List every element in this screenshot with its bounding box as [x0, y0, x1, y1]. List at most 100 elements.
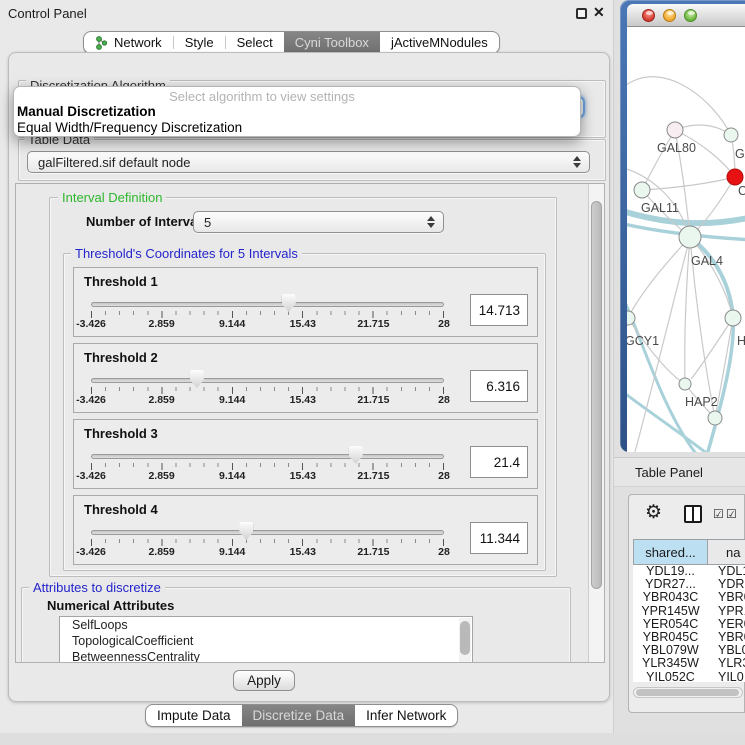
threshold-1-slider[interactable]	[91, 302, 444, 307]
chevron-up-down-icon	[573, 156, 581, 168]
list-item[interactable]: TopologicalCoefficient	[60, 633, 472, 649]
network-window-titlebar[interactable]	[627, 4, 745, 27]
checkbox-icon[interactable]: ☑	[713, 507, 724, 521]
slider-handle[interactable]	[282, 294, 296, 312]
threshold-3-value[interactable]: 21.4	[470, 446, 528, 478]
threshold-4-value[interactable]: 11.344	[470, 522, 528, 554]
close-icon[interactable]: ✕	[593, 4, 605, 21]
threshold-4-label: Threshold 4	[84, 502, 158, 517]
tab-label: Cyni Toolbox	[295, 35, 369, 50]
apply-button[interactable]: Apply	[233, 670, 295, 691]
table-row[interactable]: YBR043CYBR0	[633, 591, 745, 604]
tab-label: Network	[114, 35, 162, 50]
numerical-attributes-list[interactable]: SelfLoops TopologicalCoefficient Between…	[59, 616, 473, 663]
table-row[interactable]: YER054CYER0	[633, 618, 745, 631]
tab-impute-data[interactable]: Impute Data	[146, 705, 242, 726]
node-gal4[interactable]	[679, 226, 701, 248]
table-horizontal-scrollbar[interactable]	[633, 687, 743, 698]
threshold-2-slider[interactable]	[91, 378, 444, 383]
threshold-4-slider[interactable]	[91, 530, 444, 535]
list-item[interactable]: SelfLoops	[60, 617, 472, 633]
slider-ticks	[91, 311, 444, 318]
window-title: Control Panel	[8, 6, 87, 21]
node-label: C	[738, 184, 745, 198]
table-body[interactable]: YDL19...YDL1 YDR27...YDR2 YBR043CYBR0 YP…	[633, 565, 745, 682]
threshold-3-panel: Threshold 3 -3.4262.859 9.14415.43 21.71…	[73, 419, 538, 489]
tab-label: Select	[237, 35, 273, 50]
node[interactable]	[724, 128, 738, 142]
table-data-value: galFiltered.sif default node	[38, 155, 190, 170]
float-window-icon[interactable]	[576, 8, 587, 19]
cyni-mode-tabs: Impute Data Discretize Data Infer Networ…	[145, 704, 458, 727]
tab-label: jActiveMNodules	[391, 35, 488, 50]
threshold-3-slider[interactable]	[91, 454, 444, 459]
table-panel-header: Table Panel	[614, 457, 745, 487]
mac-close-icon[interactable]	[642, 9, 655, 22]
gear-icon[interactable]: ⚙	[645, 503, 662, 522]
node-gal11[interactable]	[634, 182, 650, 198]
node[interactable]	[725, 310, 741, 326]
tab-infer-network[interactable]: Infer Network	[355, 705, 457, 726]
threshold-1-label: Threshold 1	[84, 274, 158, 289]
tab-label: Impute Data	[157, 708, 231, 723]
list-item[interactable]: BetweennessCentrality	[60, 649, 472, 663]
interval-definition-title: Interval Definition	[58, 190, 166, 205]
slider-handle[interactable]	[239, 522, 253, 540]
network-icon	[95, 36, 108, 50]
slider-handle[interactable]	[349, 446, 363, 464]
slider-handle[interactable]	[190, 370, 204, 388]
mac-minimize-icon[interactable]	[663, 9, 676, 22]
split-view-icon[interactable]	[684, 505, 702, 523]
table-row[interactable]: YLR345WYLR3	[633, 657, 745, 670]
node-gal80[interactable]	[667, 122, 683, 138]
tab-label: Discretize Data	[253, 708, 345, 723]
slider-tick-labels: -3.4262.859 9.14415.43 21.71528	[91, 546, 444, 558]
threshold-3-label: Threshold 3	[84, 426, 158, 441]
scrollbar-thumb[interactable]	[591, 201, 602, 589]
slider-tick-labels: -3.4262.859 9.14415.43 21.71528	[91, 318, 444, 330]
number-of-intervals-label: Number of Intervals	[86, 214, 208, 229]
number-of-intervals-value: 5	[204, 215, 211, 230]
node-label: GAL80	[657, 141, 696, 155]
column-header-shared[interactable]: shared...	[633, 539, 708, 565]
number-of-intervals-combobox[interactable]: 5	[193, 211, 444, 233]
tab-select[interactable]: Select	[226, 32, 284, 53]
table-data-combobox[interactable]: galFiltered.sif default node	[27, 151, 590, 173]
control-panel-tabs: Network Style Select Cyni Toolbox jActiv…	[83, 31, 500, 54]
desktop-background	[0, 733, 745, 745]
threshold-1-value[interactable]: 14.713	[470, 294, 528, 326]
tab-cyni-toolbox[interactable]: Cyni Toolbox	[284, 32, 380, 53]
threshold-4-panel: Threshold 4 -3.4262.859 9.14415.43 21.71…	[73, 495, 538, 565]
dropdown-hint: Select algorithm to view settings	[14, 89, 510, 104]
tab-style[interactable]: Style	[174, 32, 225, 53]
chevron-up-down-icon	[427, 216, 435, 228]
mac-zoom-icon[interactable]	[684, 9, 697, 22]
threshold-2-label: Threshold 2	[84, 350, 158, 365]
slider-tick-labels: -3.4262.859 9.14415.43 21.71528	[91, 394, 444, 406]
network-canvas[interactable]: GAL80 GA C GAL11 GAL4 GCY1 H HAP2	[627, 27, 745, 452]
node-label: H	[737, 334, 745, 348]
settings-scroll-area: Interval Definition Number of Intervals …	[15, 183, 605, 663]
threshold-1-panel: Threshold 1 -3.4262.859 9.14415.43 21.71…	[73, 267, 538, 337]
column-header-name[interactable]: na	[708, 539, 745, 565]
dropdown-option-equal-width-frequency[interactable]: Equal Width/Frequency Discretization	[17, 120, 242, 135]
tab-discretize-data[interactable]: Discretize Data	[242, 705, 356, 726]
attributes-group-title: Attributes to discretize	[29, 580, 165, 595]
settings-scrollbar[interactable]	[588, 184, 604, 662]
threshold-2-value[interactable]: 6.316	[470, 370, 528, 402]
numerical-attributes-label: Numerical Attributes	[47, 598, 174, 613]
node-hap2[interactable]	[679, 378, 691, 390]
dropdown-option-manual-discretization[interactable]: Manual Discretization	[17, 104, 156, 119]
list-scrollbar[interactable]	[459, 618, 471, 662]
slider-tick-labels: -3.4262.859 9.14415.43 21.71528	[91, 470, 444, 482]
slider-ticks	[91, 539, 444, 546]
node-selected-red[interactable]	[727, 169, 743, 185]
table-row[interactable]: YIL052CYIL0	[633, 671, 745, 683]
checkbox-icon[interactable]: ☑	[726, 507, 737, 521]
tab-label: Infer Network	[366, 708, 446, 723]
tab-network[interactable]: Network	[84, 32, 173, 53]
table-panel-title: Table Panel	[635, 465, 703, 480]
tab-jactivemnodules[interactable]: jActiveMNodules	[380, 32, 499, 53]
node[interactable]	[708, 411, 722, 425]
table-row[interactable]: YPR145WYPR1	[633, 605, 745, 618]
